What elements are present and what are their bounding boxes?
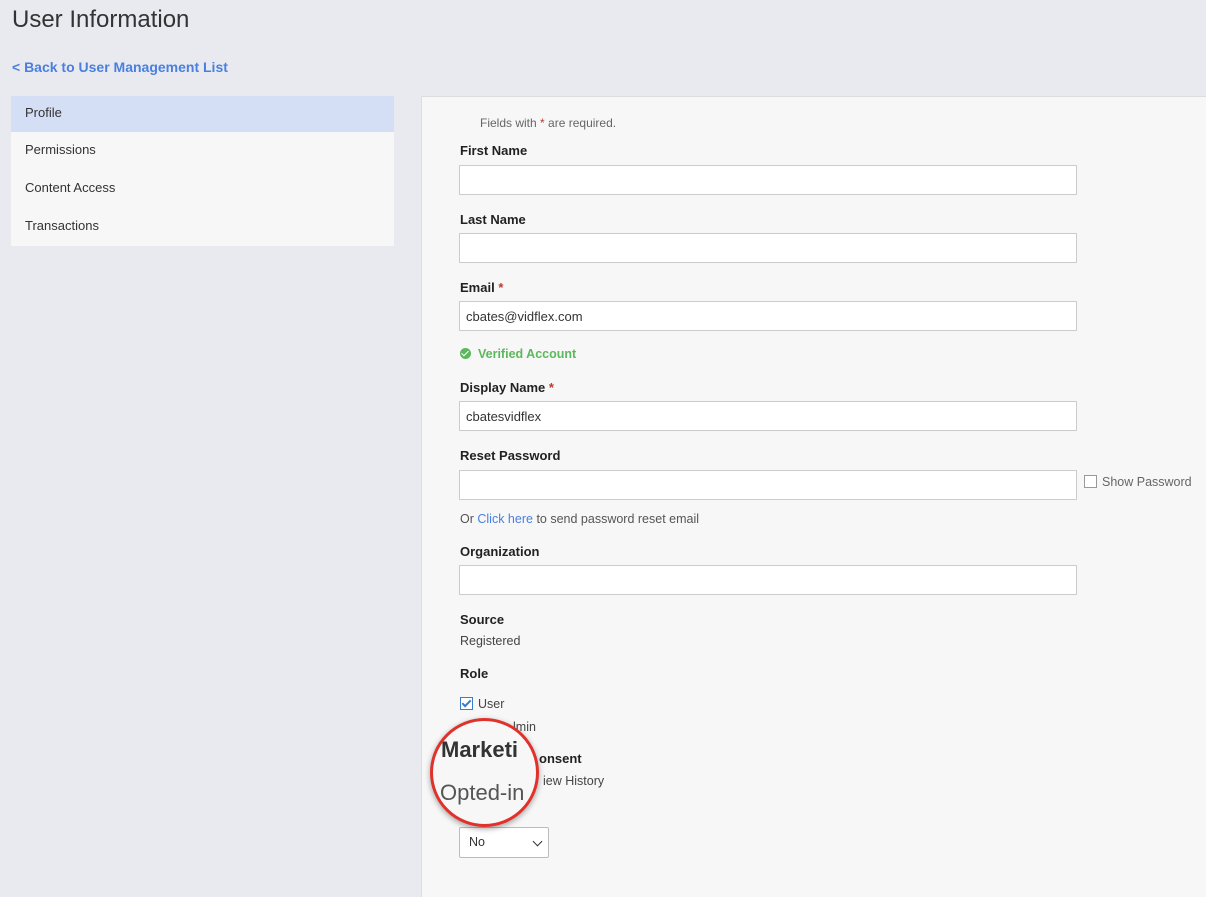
- display-name-input[interactable]: [459, 401, 1077, 431]
- page-title: User Information: [12, 6, 190, 33]
- email-required-star: *: [498, 280, 504, 295]
- display-name-required-star: *: [548, 380, 554, 395]
- email-input[interactable]: [459, 301, 1077, 331]
- back-to-list-link[interactable]: < Back to User Management List: [12, 59, 228, 75]
- reset-password-label: Reset Password: [460, 448, 561, 463]
- source-value: Registered: [460, 634, 521, 648]
- reset-email-line: Or Click here to send password reset ema…: [460, 512, 699, 526]
- required-star: *: [540, 116, 545, 130]
- organization-input[interactable]: [459, 565, 1077, 595]
- show-password-checkbox[interactable]: [1084, 475, 1097, 488]
- role-label: Role: [460, 666, 489, 681]
- organization-label: Organization: [460, 544, 540, 559]
- sidebar-item-permissions[interactable]: Permissions: [11, 132, 394, 170]
- verified-account-status: Verified Account: [460, 347, 576, 361]
- sidebar-item-content-access[interactable]: Content Access: [11, 170, 394, 208]
- email-label: Email: [460, 280, 495, 295]
- show-password-label: Show Password: [1102, 475, 1192, 489]
- role-user-label: User: [478, 697, 505, 711]
- reset-password-input[interactable]: [459, 470, 1077, 500]
- magnifier-lens: Marketi Opted-in: [430, 718, 539, 827]
- last-name-input[interactable]: [459, 233, 1077, 263]
- magnifier-bottom-text: Opted-in: [440, 780, 525, 805]
- sidebar-item-transactions[interactable]: Transactions: [11, 208, 394, 246]
- required-note-suffix: are required.: [548, 116, 617, 130]
- send-reset-email-link[interactable]: Click here: [477, 512, 533, 526]
- first-name-label: First Name: [460, 143, 528, 158]
- view-history-link-partial[interactable]: iew History: [543, 774, 604, 788]
- required-note-prefix: Fields with: [480, 116, 537, 130]
- first-name-input[interactable]: [459, 165, 1077, 195]
- verified-account-text: Verified Account: [478, 347, 577, 361]
- last-name-label: Last Name: [460, 212, 526, 227]
- required-note: Fields with * are required.: [480, 116, 616, 130]
- magnifier-top-text: Marketi: [441, 737, 519, 762]
- status-dropdown[interactable]: No: [459, 827, 549, 858]
- display-name-label: Display Name: [460, 380, 546, 395]
- status-dropdown-value: No: [469, 835, 485, 849]
- marketing-consent-label-partial: onsent: [539, 751, 582, 766]
- role-user-option[interactable]: User: [460, 697, 504, 711]
- sidebar-item-profile[interactable]: Profile: [11, 96, 394, 132]
- reset-email-prefix: Or: [460, 512, 474, 526]
- role-user-checkbox[interactable]: [460, 697, 473, 710]
- display-name-label-row: Display Name *: [460, 380, 554, 395]
- sidebar: Profile Permissions Content Access Trans…: [11, 96, 394, 246]
- chevron-down-icon: [532, 836, 543, 847]
- show-password-toggle[interactable]: Show Password: [1084, 475, 1192, 489]
- source-label: Source: [460, 612, 505, 627]
- check-circle-icon: [460, 348, 471, 359]
- email-label-row: Email *: [460, 280, 503, 295]
- reset-email-suffix: to send password reset email: [536, 512, 700, 526]
